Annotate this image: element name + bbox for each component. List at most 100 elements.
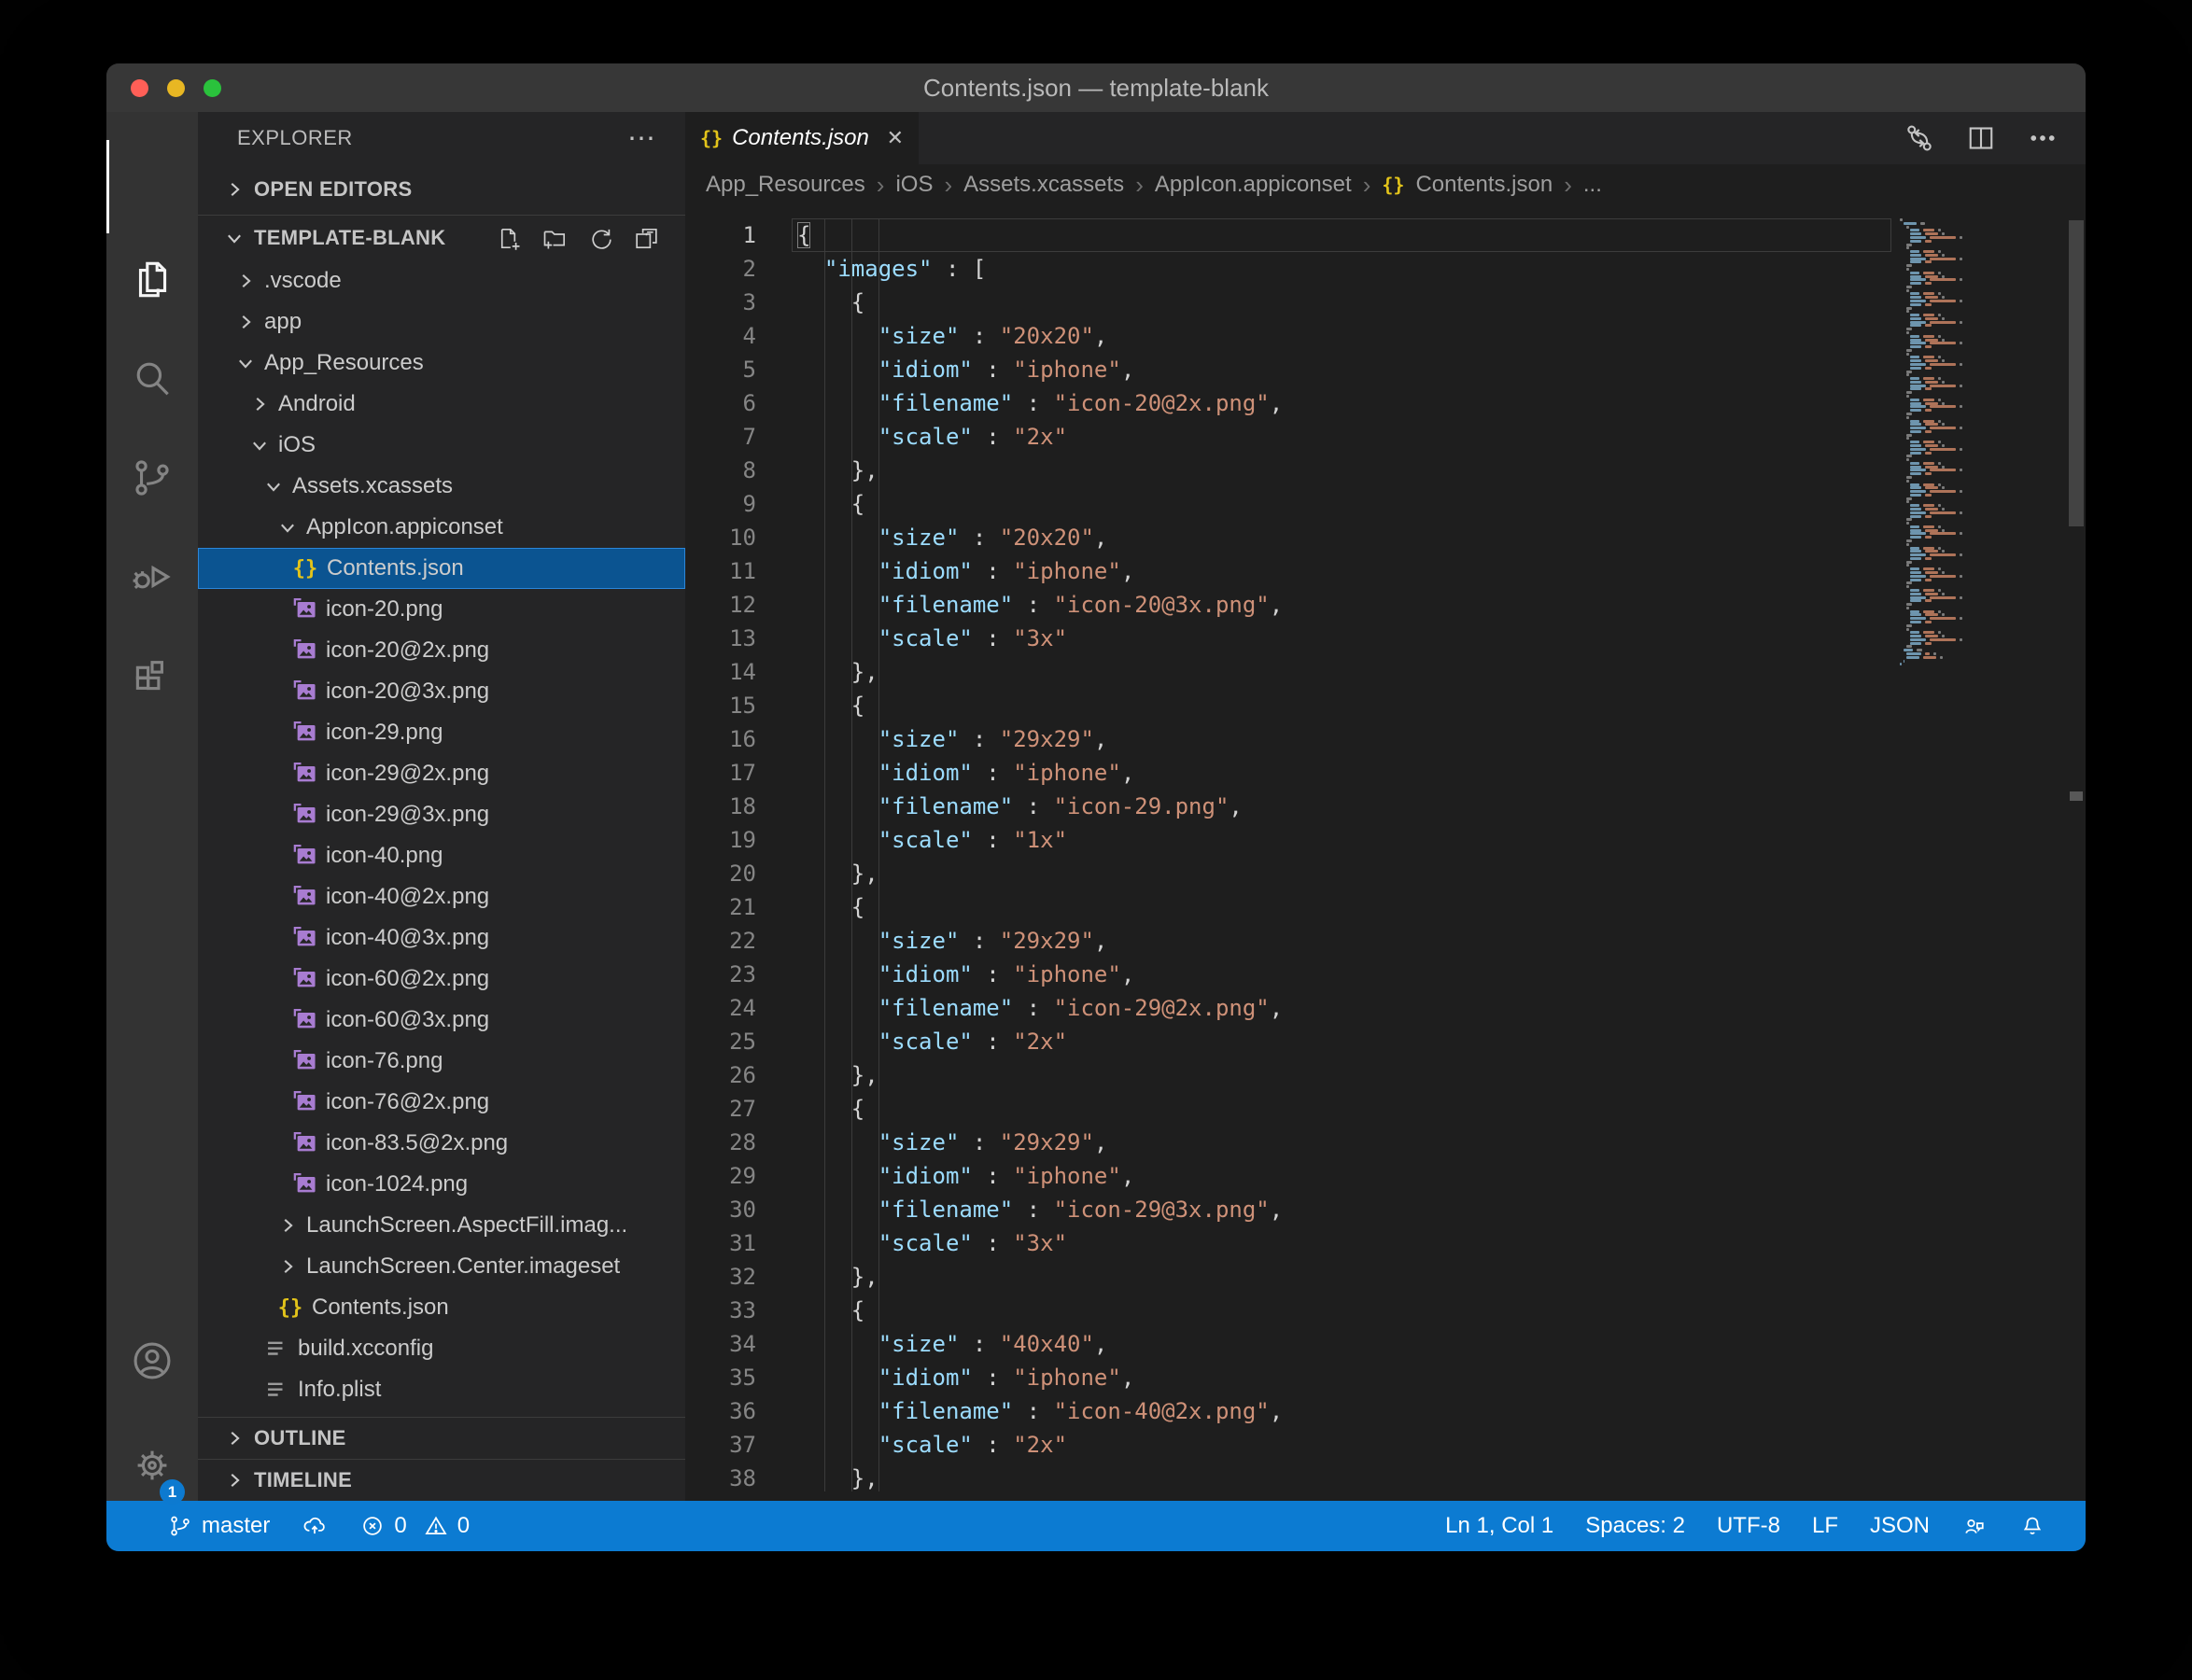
code-line[interactable]: 16 "size" : "29x29", bbox=[685, 722, 2086, 756]
tree-item-icon-1024-png[interactable]: icon-1024.png bbox=[198, 1164, 685, 1205]
eol-setting[interactable]: LF bbox=[1796, 1513, 1854, 1539]
code-editor[interactable]: 1{2 "images" : [3 {4 "size" : "20x20",5 … bbox=[685, 205, 2086, 1501]
breadcrumb-item[interactable]: ... bbox=[1583, 172, 1602, 198]
tree-item-icon-40-2x-png[interactable]: icon-40@2x.png bbox=[198, 876, 685, 917]
close-window-button[interactable] bbox=[131, 79, 148, 97]
code-line[interactable]: 31 "scale" : "3x" bbox=[685, 1226, 2086, 1260]
breadcrumb-item[interactable]: AppIcon.appiconset bbox=[1155, 172, 1352, 198]
open-editors-section[interactable]: OPEN EDITORS bbox=[198, 164, 685, 216]
tree-item-icon-76-2x-png[interactable]: icon-76@2x.png bbox=[198, 1082, 685, 1123]
code-line[interactable]: 28 "size" : "29x29", bbox=[685, 1126, 2086, 1159]
new-file-icon[interactable] bbox=[495, 224, 524, 253]
settings-gear-icon[interactable]: 1 bbox=[106, 1419, 198, 1512]
split-editor-icon[interactable] bbox=[1964, 121, 1998, 155]
tree-item-launchscreen-aspectfill-imag[interactable]: LaunchScreen.AspectFill.imag... bbox=[198, 1205, 685, 1246]
code-line[interactable]: 1{ bbox=[685, 218, 2086, 252]
code-line[interactable]: 15 { bbox=[685, 689, 2086, 722]
code-line[interactable]: 21 { bbox=[685, 890, 2086, 924]
tree-item-build-xcconfig[interactable]: build.xcconfig bbox=[198, 1328, 685, 1369]
outline-section[interactable]: OUTLINE bbox=[198, 1417, 685, 1459]
tree-item-appicon-appiconset[interactable]: AppIcon.appiconset bbox=[198, 507, 685, 548]
code-line[interactable]: 12 "filename" : "icon-20@3x.png", bbox=[685, 588, 2086, 622]
tree-item-contents-json[interactable]: {}Contents.json bbox=[198, 1287, 685, 1328]
compare-changes-icon[interactable] bbox=[1903, 121, 1936, 155]
scrollbar-thumb[interactable] bbox=[2069, 220, 2084, 526]
breadcrumb-item[interactable]: Contents.json bbox=[1415, 172, 1553, 198]
timeline-section[interactable]: TIMELINE bbox=[198, 1459, 685, 1501]
code-line[interactable]: 36 "filename" : "icon-40@2x.png", bbox=[685, 1394, 2086, 1428]
close-tab-icon[interactable]: ✕ bbox=[887, 126, 904, 150]
tree-item-icon-20-2x-png[interactable]: icon-20@2x.png bbox=[198, 630, 685, 671]
cursor-position[interactable]: Ln 1, Col 1 bbox=[1429, 1513, 1569, 1539]
tree-item-icon-29-png[interactable]: icon-29.png bbox=[198, 712, 685, 753]
notifications-button[interactable] bbox=[2003, 1513, 2061, 1539]
code-line[interactable]: 27 { bbox=[685, 1092, 2086, 1126]
code-line[interactable]: 10 "size" : "20x20", bbox=[685, 521, 2086, 554]
tree-item-icon-29-2x-png[interactable]: icon-29@2x.png bbox=[198, 753, 685, 794]
tree-item-icon-29-3x-png[interactable]: icon-29@3x.png bbox=[198, 794, 685, 835]
refresh-icon[interactable] bbox=[586, 224, 615, 253]
git-branch-status[interactable]: master bbox=[151, 1513, 286, 1539]
encoding-setting[interactable]: UTF-8 bbox=[1701, 1513, 1796, 1539]
tree-item-icon-83-5-2x-png[interactable]: icon-83.5@2x.png bbox=[198, 1123, 685, 1164]
code-line[interactable]: 17 "idiom" : "iphone", bbox=[685, 756, 2086, 790]
tree-item-icon-76-png[interactable]: icon-76.png bbox=[198, 1041, 685, 1082]
new-folder-icon[interactable] bbox=[541, 224, 569, 253]
code-line[interactable]: 18 "filename" : "icon-29.png", bbox=[685, 790, 2086, 823]
minimize-window-button[interactable] bbox=[167, 79, 185, 97]
tree-item-android[interactable]: Android bbox=[198, 384, 685, 425]
code-line[interactable]: 35 "idiom" : "iphone", bbox=[685, 1361, 2086, 1394]
tree-item-ios[interactable]: iOS bbox=[198, 425, 685, 466]
tree-item-launchscreen-center-imageset[interactable]: LaunchScreen.Center.imageset bbox=[198, 1246, 685, 1287]
breadcrumb-item[interactable]: iOS bbox=[895, 172, 933, 198]
code-line[interactable]: 9 { bbox=[685, 487, 2086, 521]
editor-scrollbar[interactable] bbox=[2067, 205, 2086, 1501]
tree-item-app-resources[interactable]: App_Resources bbox=[198, 343, 685, 384]
code-line[interactable]: 25 "scale" : "2x" bbox=[685, 1025, 2086, 1058]
code-line[interactable]: 24 "filename" : "icon-29@2x.png", bbox=[685, 991, 2086, 1025]
code-line[interactable]: 14 }, bbox=[685, 655, 2086, 689]
tree-item-icon-60-2x-png[interactable]: icon-60@2x.png bbox=[198, 959, 685, 1000]
code-line[interactable]: 11 "idiom" : "iphone", bbox=[685, 554, 2086, 588]
code-line[interactable]: 22 "size" : "29x29", bbox=[685, 924, 2086, 958]
more-actions-icon[interactable] bbox=[2026, 121, 2059, 155]
code-line[interactable]: 8 }, bbox=[685, 454, 2086, 487]
tree-item-icon-40-png[interactable]: icon-40.png bbox=[198, 835, 685, 876]
language-mode[interactable]: JSON bbox=[1854, 1513, 1946, 1539]
zoom-window-button[interactable] bbox=[204, 79, 221, 97]
tree-item-contents-json[interactable]: {}Contents.json bbox=[198, 548, 685, 589]
source-control-icon[interactable] bbox=[106, 431, 198, 525]
code-line[interactable]: 29 "idiom" : "iphone", bbox=[685, 1159, 2086, 1193]
code-line[interactable]: 6 "filename" : "icon-20@2x.png", bbox=[685, 386, 2086, 420]
tree-item-icon-40-3x-png[interactable]: icon-40@3x.png bbox=[198, 917, 685, 959]
collapse-all-icon[interactable] bbox=[632, 224, 661, 253]
code-line[interactable]: 13 "scale" : "3x" bbox=[685, 622, 2086, 655]
code-line[interactable]: 34 "size" : "40x40", bbox=[685, 1327, 2086, 1361]
tree-item-vscode[interactable]: .vscode bbox=[198, 260, 685, 301]
tab-contents-json[interactable]: {} Contents.json ✕ bbox=[685, 112, 919, 164]
tree-item-assets-xcassets[interactable]: Assets.xcassets bbox=[198, 466, 685, 507]
code-line[interactable]: 19 "scale" : "1x" bbox=[685, 823, 2086, 857]
code-line[interactable]: 38 }, bbox=[685, 1462, 2086, 1495]
workspace-root-section[interactable]: TEMPLATE-BLANK bbox=[198, 216, 685, 260]
code-line[interactable]: 37 "scale" : "2x" bbox=[685, 1428, 2086, 1462]
extensions-icon[interactable] bbox=[106, 623, 198, 717]
breadcrumb-item[interactable]: Assets.xcassets bbox=[963, 172, 1124, 198]
code-line[interactable]: 2 "images" : [ bbox=[685, 252, 2086, 286]
tree-item-icon-20-png[interactable]: icon-20.png bbox=[198, 589, 685, 630]
indentation-setting[interactable]: Spaces: 2 bbox=[1569, 1513, 1701, 1539]
code-line[interactable]: 30 "filename" : "icon-29@3x.png", bbox=[685, 1193, 2086, 1226]
code-line[interactable]: 32 }, bbox=[685, 1260, 2086, 1294]
code-line[interactable]: 23 "idiom" : "iphone", bbox=[685, 958, 2086, 991]
explorer-icon[interactable] bbox=[106, 233, 198, 327]
code-line[interactable]: 4 "size" : "20x20", bbox=[685, 319, 2086, 353]
tree-item-app[interactable]: app bbox=[198, 301, 685, 343]
feedback-button[interactable] bbox=[1946, 1513, 2003, 1539]
minimap[interactable] bbox=[1894, 205, 2067, 1501]
problems-status[interactable]: 0 0 bbox=[344, 1513, 485, 1539]
code-line[interactable]: 33 { bbox=[685, 1294, 2086, 1327]
code-line[interactable]: 7 "scale" : "2x" bbox=[685, 420, 2086, 454]
sync-changes-button[interactable] bbox=[286, 1513, 344, 1539]
run-debug-icon[interactable] bbox=[106, 530, 198, 623]
tree-item-icon-20-3x-png[interactable]: icon-20@3x.png bbox=[198, 671, 685, 712]
